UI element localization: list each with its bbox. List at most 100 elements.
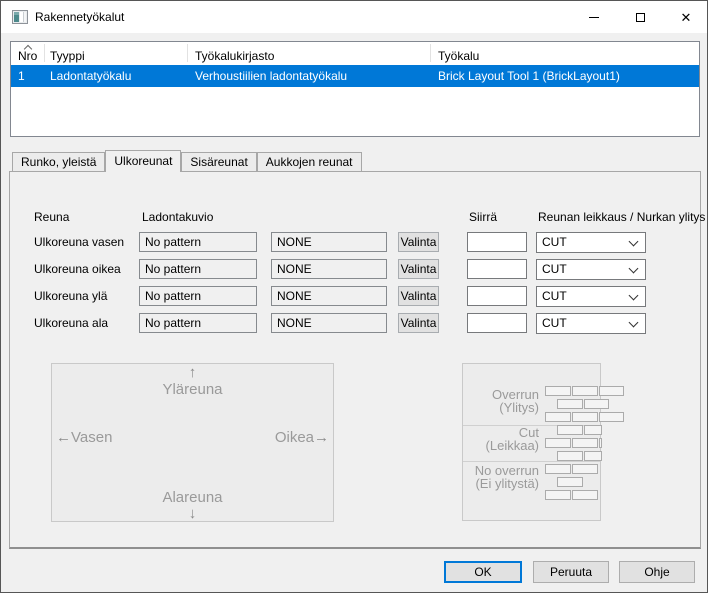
table-row[interactable]: 1 Ladontatyökalu Verhoustiilien ladontat… — [11, 65, 699, 87]
brick — [584, 425, 602, 435]
chevron-down-icon — [630, 292, 637, 299]
header-reuna: Reuna — [34, 210, 69, 224]
tool-table: Nro Tyyppi Työkalukirjasto Työkalu 1 Lad… — [10, 41, 700, 137]
cell-tyokalu: Brick Layout Tool 1 (BrickLayout1) — [438, 65, 620, 87]
brick — [572, 464, 598, 474]
tab-aukkojen-reunat[interactable]: Aukkojen reunat — [257, 152, 362, 172]
brick — [572, 438, 598, 448]
brick — [545, 464, 571, 474]
label-vasen: ←Vasen — [56, 429, 112, 446]
library-field: NONE — [271, 232, 387, 252]
column-separator — [44, 44, 45, 62]
cut-select[interactable]: CUT — [536, 286, 646, 307]
valinta-button[interactable]: Valinta — [398, 286, 439, 306]
label-overrun: Overrun (Ylitys) — [467, 388, 539, 414]
cut-select-value: CUT — [542, 262, 567, 276]
row-label: Ulkoreuna ylä — [34, 286, 107, 306]
header-siirra: Siirrä — [469, 210, 497, 224]
column-header-nro[interactable]: Nro — [18, 49, 37, 63]
column-header-tyyppi[interactable]: Tyyppi — [50, 49, 85, 63]
cancel-button[interactable]: Peruuta — [533, 561, 609, 583]
cut-select-value: CUT — [542, 235, 567, 249]
right-arrow-icon: → — [314, 429, 329, 446]
column-separator — [430, 44, 431, 62]
brick — [572, 386, 598, 396]
header-leikkaus: Reunan leikkaus / Nurkan ylitys — [538, 210, 705, 224]
cut-select[interactable]: CUT — [536, 259, 646, 280]
tab-bar: Runko, yleistä Ulkoreunat Sisäreunat Auk… — [9, 150, 362, 172]
cell-nro: 1 — [18, 65, 25, 87]
tab-sisareunat[interactable]: Sisäreunat — [181, 152, 256, 172]
window-title: Rakennetyökalut — [35, 1, 124, 33]
library-field: NONE — [271, 313, 387, 333]
label-no-overrun: No overrun (Ei ylitystä) — [467, 464, 539, 490]
brick-diagram-box: Overrun (Ylitys) Cut (Leikkaa) No overru… — [462, 363, 601, 521]
tab-ulkoreunat[interactable]: Ulkoreunat — [105, 150, 181, 172]
tab-runko-yleista[interactable]: Runko, yleistä — [12, 152, 105, 172]
chevron-down-icon — [630, 238, 637, 245]
label-alareuna: Alareuna — [52, 489, 333, 506]
edge-diagram-box: ↑ Yläreuna ←Vasen Oikea→ Alareuna ↓ — [51, 363, 334, 522]
pattern-field: No pattern — [139, 232, 257, 252]
cell-tyyppi: Ladontatyökalu — [50, 65, 131, 87]
help-button[interactable]: Ohje — [619, 561, 695, 583]
pattern-field: No pattern — [139, 259, 257, 279]
pattern-field: No pattern — [139, 286, 257, 306]
titlebar: Rakennetyökalut ✕ — [1, 1, 707, 33]
valinta-button[interactable]: Valinta — [398, 232, 439, 252]
row-label: Ulkoreuna oikea — [34, 259, 121, 279]
column-header-kirjasto[interactable]: Työkalukirjasto — [195, 49, 274, 63]
chevron-down-icon — [630, 265, 637, 272]
close-icon: ✕ — [681, 11, 692, 24]
valinta-button[interactable]: Valinta — [398, 259, 439, 279]
brick — [557, 451, 583, 461]
siirra-input[interactable] — [467, 232, 527, 252]
brick — [545, 490, 571, 500]
brick — [557, 399, 583, 409]
edge-row-oikea: Ulkoreuna oikea No pattern NONE Valinta … — [1, 259, 708, 279]
cut-select[interactable]: CUT — [536, 232, 646, 253]
siirra-input[interactable] — [467, 259, 527, 279]
header-ladontakuvio: Ladontakuvio — [142, 210, 213, 224]
brick — [572, 490, 598, 500]
cut-select-value: CUT — [542, 289, 567, 303]
down-arrow-icon: ↓ — [52, 506, 333, 521]
siirra-input[interactable] — [467, 286, 527, 306]
siirra-input[interactable] — [467, 313, 527, 333]
dialog-window: Rakennetyökalut ✕ Nro Tyyppi Työkalukirj… — [0, 0, 708, 593]
library-field: NONE — [271, 286, 387, 306]
cut-select-value: CUT — [542, 316, 567, 330]
row-label: Ulkoreuna ala — [34, 313, 108, 333]
label-cut: Cut (Leikkaa) — [467, 426, 539, 452]
minimize-button[interactable] — [571, 2, 617, 32]
cell-kirjasto: Verhoustiilien ladontatyökalu — [195, 65, 347, 87]
chevron-down-icon — [630, 319, 637, 326]
up-arrow-icon: ↑ — [52, 365, 333, 380]
section-divider — [463, 461, 600, 462]
brick — [584, 451, 602, 461]
brick — [599, 386, 624, 396]
edge-row-yla: Ulkoreuna ylä No pattern NONE Valinta CU… — [1, 286, 708, 306]
edge-row-ala: Ulkoreuna ala No pattern NONE Valinta CU… — [1, 313, 708, 333]
valinta-button[interactable]: Valinta — [398, 313, 439, 333]
brick — [557, 477, 583, 487]
column-header-tyokalu[interactable]: Työkalu — [438, 49, 479, 63]
row-label: Ulkoreuna vasen — [34, 232, 124, 252]
cut-select[interactable]: CUT — [536, 313, 646, 334]
brick — [572, 412, 598, 422]
brick — [545, 386, 571, 396]
brick — [557, 425, 583, 435]
brick — [545, 438, 571, 448]
brick — [584, 399, 609, 409]
ok-button[interactable]: OK — [444, 561, 522, 583]
brick — [599, 438, 602, 448]
label-oikea: Oikea→ — [275, 429, 329, 446]
maximize-icon — [636, 13, 645, 22]
app-icon — [12, 9, 28, 25]
edge-row-vasen: Ulkoreuna vasen No pattern NONE Valinta … — [1, 232, 708, 252]
maximize-button[interactable] — [617, 2, 663, 32]
left-arrow-icon: ← — [56, 429, 71, 446]
pattern-field: No pattern — [139, 313, 257, 333]
close-button[interactable]: ✕ — [663, 2, 708, 32]
brick — [545, 412, 571, 422]
